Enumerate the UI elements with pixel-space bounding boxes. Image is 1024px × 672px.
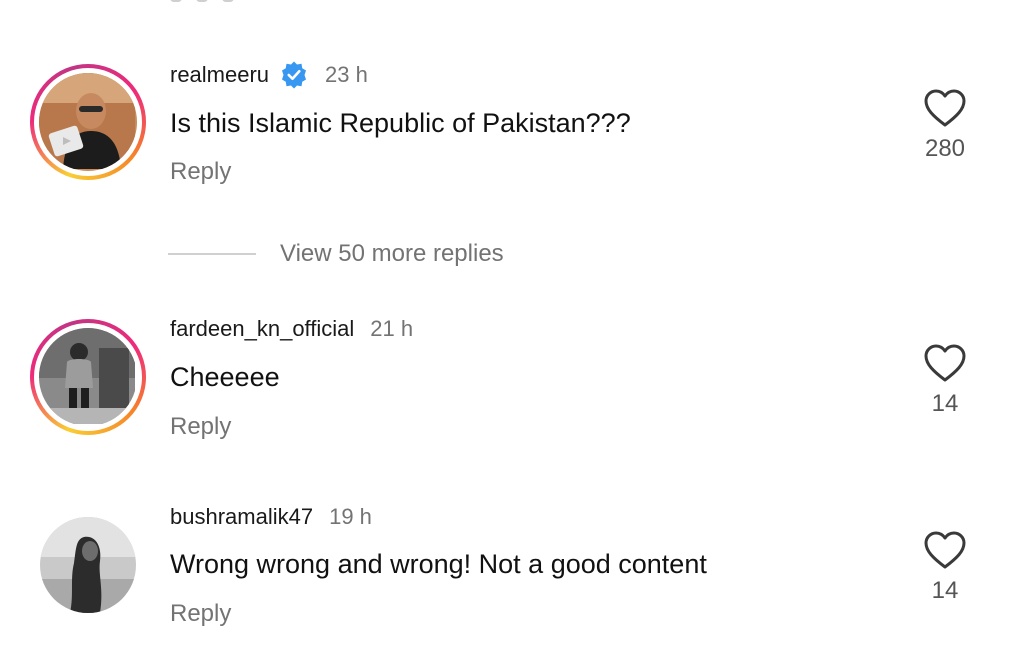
avatar-border — [34, 68, 142, 176]
previous-comment-fragment — [170, 0, 250, 6]
comment-timestamp: 21 h — [370, 316, 414, 341]
reply-button[interactable]: Reply — [170, 600, 231, 628]
heart-icon[interactable] — [923, 343, 967, 383]
comment-timestamp: 23 h — [325, 62, 368, 87]
verified-badge-icon — [282, 61, 307, 89]
view-more-replies-label: View 50 more replies — [280, 240, 504, 267]
like-control: 14 — [905, 530, 985, 605]
comment-text: Wrong wrong and wrong! Not a good conten… — [170, 549, 707, 579]
like-count: 280 — [924, 135, 966, 162]
avatar-border — [34, 323, 142, 431]
like-count: 14 — [931, 390, 959, 417]
comment-text: Cheeeee — [170, 362, 280, 392]
heart-icon[interactable] — [923, 530, 967, 570]
avatar-photo — [39, 328, 135, 424]
reply-button[interactable]: Reply — [170, 413, 231, 441]
avatar-story-ring[interactable] — [30, 319, 146, 435]
view-more-replies-button[interactable]: View 50 more replies — [168, 240, 504, 268]
avatar[interactable] — [40, 517, 136, 613]
reply-button[interactable]: Reply — [170, 158, 231, 186]
avatar-photo — [39, 73, 135, 169]
comment-text: Is this Islamic Republic of Pakistan??? — [170, 108, 631, 138]
comment-timestamp: 19 h — [329, 504, 372, 529]
heart-icon[interactable] — [923, 88, 967, 128]
like-control: 14 — [905, 343, 985, 418]
username[interactable]: bushramalik47 — [170, 504, 313, 530]
avatar-photo — [40, 517, 136, 613]
username[interactable]: realmeeru — [170, 62, 269, 88]
avatar — [39, 73, 137, 171]
comment-header: realmeeru 23 h — [170, 60, 368, 90]
username[interactable]: fardeen_kn_official — [170, 316, 354, 342]
comment-header: fardeen_kn_official 21 h — [170, 314, 413, 344]
comment-header: bushramalik47 19 h — [170, 502, 372, 532]
divider-line — [168, 253, 256, 255]
like-count: 14 — [931, 577, 959, 604]
like-control: 280 — [905, 88, 985, 163]
avatar — [39, 328, 137, 426]
avatar-story-ring[interactable] — [30, 64, 146, 180]
